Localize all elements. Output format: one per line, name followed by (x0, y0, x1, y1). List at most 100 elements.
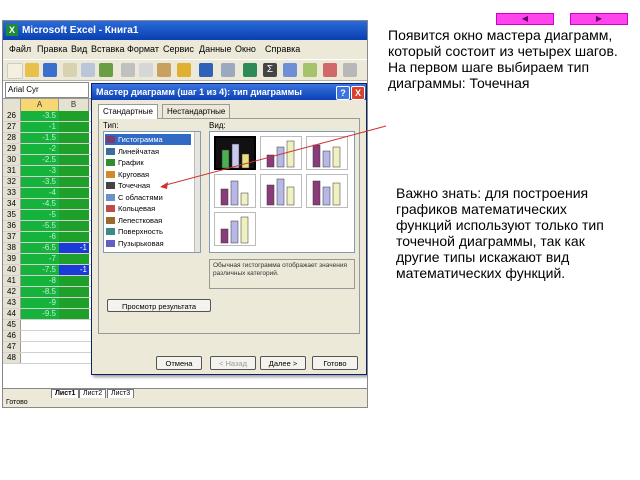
cell-b[interactable] (59, 133, 89, 143)
row-number[interactable]: 40 (3, 265, 21, 275)
cell-b[interactable] (59, 276, 89, 286)
row-number[interactable]: 44 (3, 309, 21, 319)
row-number[interactable]: 43 (3, 298, 21, 308)
menu-window[interactable]: Окно (235, 40, 256, 59)
row-number[interactable]: 28 (3, 133, 21, 143)
cell-b[interactable] (59, 254, 89, 264)
menu-tools[interactable]: Сервис (163, 40, 194, 59)
row-number[interactable]: 33 (3, 188, 21, 198)
drawing-icon[interactable] (323, 63, 337, 77)
cell-a[interactable]: -3 (21, 166, 59, 176)
cell-b[interactable] (59, 177, 89, 187)
select-all-corner[interactable] (3, 99, 21, 111)
finish-button[interactable]: Готово (312, 356, 358, 370)
autosum-icon[interactable]: Σ (263, 63, 277, 77)
preview-icon[interactable] (81, 63, 95, 77)
help-icon[interactable]: ? (336, 86, 350, 100)
cell-a[interactable]: -3.5 (21, 111, 59, 121)
cell-a[interactable]: -9.5 (21, 309, 59, 319)
cell-a[interactable]: -5.5 (21, 221, 59, 231)
cell-a[interactable]: -6 (21, 232, 59, 242)
chart-type-item[interactable]: С областями (105, 192, 191, 203)
row-number[interactable]: 31 (3, 166, 21, 176)
cell-b[interactable] (59, 111, 89, 121)
chart-subtype-option[interactable] (214, 212, 256, 246)
cell-b[interactable] (59, 144, 89, 154)
tab-custom[interactable]: Нестандартные (162, 104, 231, 118)
menu-insert[interactable]: Вставка (91, 40, 124, 59)
chart-subtype-option[interactable] (306, 174, 348, 208)
row-number[interactable]: 41 (3, 276, 21, 286)
row-number[interactable]: 30 (3, 155, 21, 165)
cell-a[interactable]: -3.5 (21, 177, 59, 187)
back-button[interactable]: < Назад (210, 356, 256, 370)
row-number[interactable]: 26 (3, 111, 21, 121)
menu-format[interactable]: Формат (127, 40, 159, 59)
cell-a[interactable]: -8 (21, 276, 59, 286)
chart-type-item[interactable]: Точечная (105, 180, 191, 191)
cell-a[interactable]: -5 (21, 210, 59, 220)
chart-subtype-option[interactable] (306, 136, 348, 170)
row-number[interactable]: 29 (3, 144, 21, 154)
spelling-icon[interactable] (99, 63, 113, 77)
format-painter-icon[interactable] (177, 63, 191, 77)
chart-type-item[interactable]: Линейчатая (105, 146, 191, 157)
undo-icon[interactable] (199, 63, 213, 77)
chart-subtype-option[interactable] (214, 174, 256, 208)
column-header-b[interactable]: B (59, 99, 89, 111)
cell-a[interactable]: -7.5 (21, 265, 59, 275)
column-header-a[interactable]: A (21, 99, 59, 111)
sort-icon[interactable] (283, 63, 297, 77)
cell-b[interactable] (59, 166, 89, 176)
save-icon[interactable] (43, 63, 57, 77)
cell-a[interactable]: -8.5 (21, 287, 59, 297)
prev-slide-button[interactable]: ◀ (496, 13, 554, 25)
cell-a[interactable]: -9 (21, 298, 59, 308)
chart-type-item[interactable]: Поверхность (105, 226, 191, 237)
cell-b[interactable] (59, 122, 89, 132)
chart-type-item[interactable]: Гистограмма (105, 134, 191, 145)
name-box[interactable]: Arial Cyr (5, 82, 89, 98)
chart-subtype-option[interactable] (260, 136, 302, 170)
cell-b[interactable]: -1 (59, 243, 89, 253)
chart-wizard-icon[interactable] (303, 63, 317, 77)
list-scrollbar[interactable] (194, 132, 200, 252)
menu-help[interactable]: Справка (265, 40, 300, 59)
row-number[interactable]: 37 (3, 232, 21, 242)
cell-a[interactable]: -2 (21, 144, 59, 154)
copy-icon[interactable] (139, 63, 153, 77)
zoom-icon[interactable] (343, 63, 357, 77)
preview-button[interactable]: Просмотр результата (107, 299, 211, 312)
chart-type-item[interactable]: Круговая (105, 169, 191, 180)
cell-a[interactable]: -1 (21, 122, 59, 132)
cell-a[interactable]: -7 (21, 254, 59, 264)
new-icon[interactable] (7, 63, 23, 79)
chart-type-item[interactable]: Кольцевая (105, 203, 191, 214)
cut-icon[interactable] (121, 63, 135, 77)
chart-type-list[interactable]: Гистограмма Линейчатая График Круговая Точеч… (103, 131, 201, 253)
row-number[interactable]: 35 (3, 210, 21, 220)
row-number[interactable]: 47 (3, 342, 21, 352)
cell-b[interactable] (59, 210, 89, 220)
chart-subtype-grid[interactable] (209, 131, 355, 253)
menu-file[interactable]: Файл (9, 40, 31, 59)
cell-b[interactable] (59, 298, 89, 308)
cell-b[interactable] (59, 232, 89, 242)
cell-b[interactable] (59, 287, 89, 297)
next-slide-button[interactable]: ▶ (570, 13, 628, 25)
cell-b[interactable] (59, 221, 89, 231)
row-number[interactable]: 45 (3, 320, 21, 330)
chart-type-item[interactable]: Лепестковая (105, 215, 191, 226)
cell-b[interactable] (59, 309, 89, 319)
print-icon[interactable] (63, 63, 77, 77)
chart-type-item[interactable]: График (105, 157, 191, 168)
cell-b[interactable] (59, 155, 89, 165)
cell-b[interactable] (59, 188, 89, 198)
row-number[interactable]: 39 (3, 254, 21, 264)
row-number[interactable]: 32 (3, 177, 21, 187)
chart-subtype-option[interactable] (214, 136, 256, 170)
row-number[interactable]: 46 (3, 331, 21, 341)
row-number[interactable]: 27 (3, 122, 21, 132)
redo-icon[interactable] (221, 63, 235, 77)
cell-b[interactable] (59, 199, 89, 209)
